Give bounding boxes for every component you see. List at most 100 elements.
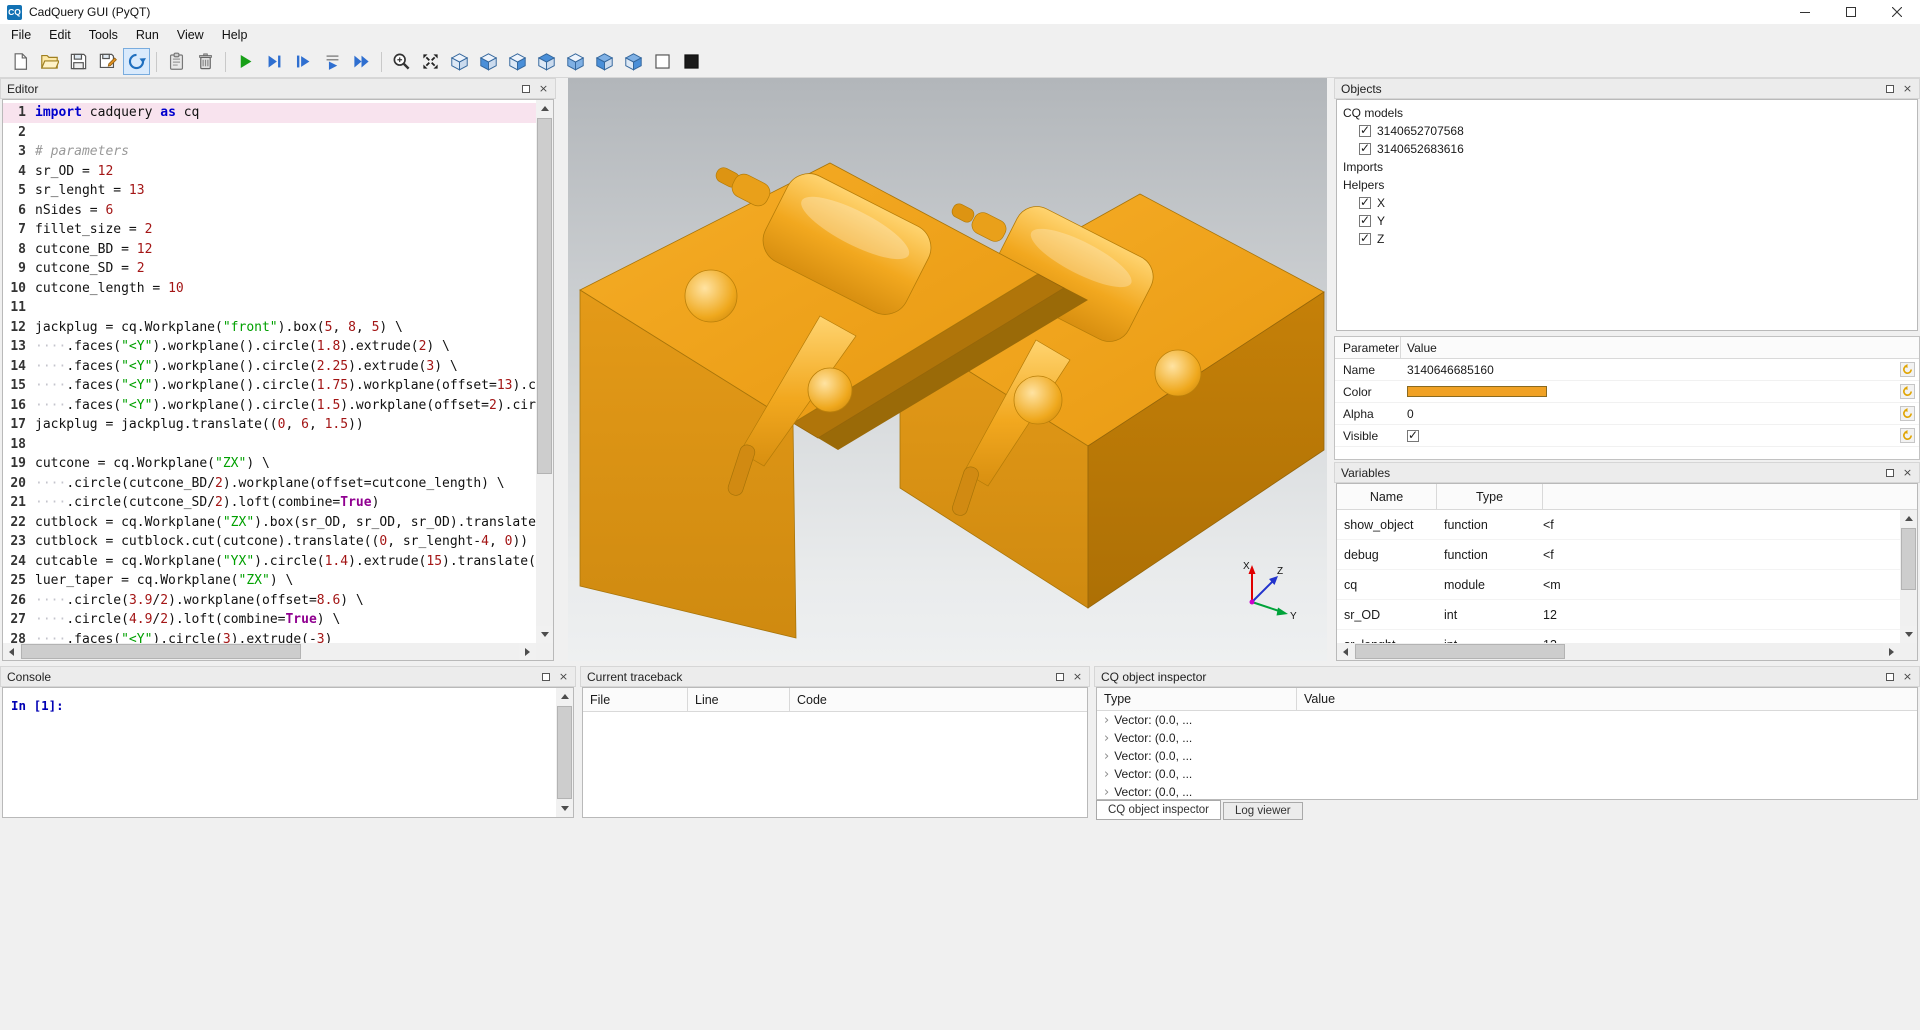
menu-help[interactable]: Help <box>213 26 257 44</box>
tab-cq-object-inspector[interactable]: CQ object inspector <box>1096 800 1221 820</box>
code-line[interactable]: 1import cadquery as cq <box>3 103 536 123</box>
bottom-view-button[interactable] <box>562 48 589 75</box>
code-line[interactable]: 4sr_OD = 12 <box>3 162 536 182</box>
code-line[interactable]: 14····.faces("<Y").workplane().circle(2.… <box>3 357 536 377</box>
code-line[interactable]: 6nSides = 6 <box>3 201 536 221</box>
code-line[interactable]: 13····.faces("<Y").workplane().circle(1.… <box>3 337 536 357</box>
code-line[interactable]: 25luer_taper = cq.Workplane("ZX") \ <box>3 571 536 591</box>
scroll-down-icon[interactable] <box>1900 626 1917 643</box>
scroll-left-icon[interactable] <box>1337 643 1354 660</box>
code-line[interactable]: 18 <box>3 435 536 455</box>
console-float-button[interactable] <box>538 669 553 684</box>
header-file[interactable]: File <box>583 688 688 711</box>
scroll-up-icon[interactable] <box>556 688 573 705</box>
tree-item-helper-x[interactable]: ✓X <box>1337 194 1917 212</box>
code-line[interactable]: 15····.faces("<Y").workplane().circle(1.… <box>3 376 536 396</box>
header-name[interactable]: Name <box>1337 484 1437 509</box>
variable-row[interactable]: sr_lenghtint13 <box>1337 630 1900 643</box>
property-row-alpha[interactable]: Alpha 0 <box>1335 403 1919 425</box>
header-code[interactable]: Code <box>790 688 1087 711</box>
scroll-up-icon[interactable] <box>1900 510 1917 527</box>
visible-checkbox[interactable]: ✓ <box>1407 430 1419 442</box>
reset-name-button[interactable] <box>1900 362 1915 377</box>
autoreload-toggle-button[interactable] <box>123 48 150 75</box>
scrollbar-thumb[interactable] <box>1901 528 1916 590</box>
checkbox[interactable]: ✓ <box>1359 233 1371 245</box>
code-line[interactable]: 26····.circle(3.9/2).workplane(offset=8.… <box>3 591 536 611</box>
code-line[interactable]: 7fillet_size = 2 <box>3 220 536 240</box>
shaded-mode-button[interactable] <box>678 48 705 75</box>
code-line[interactable]: 27····.circle(4.9/2).loft(combine=True) … <box>3 610 536 630</box>
code-lines[interactable]: 1import cadquery as cq23# parameters4sr_… <box>3 100 536 643</box>
expand-chevron-icon[interactable]: › <box>1104 786 1109 799</box>
inspector-row[interactable]: ›Vector: (0.0, ... <box>1097 765 1917 783</box>
editor-float-button[interactable] <box>518 81 533 96</box>
code-line[interactable]: 16····.faces("<Y").workplane().circle(1.… <box>3 396 536 416</box>
clear-output-button[interactable] <box>163 48 190 75</box>
iso-view-button[interactable] <box>446 48 473 75</box>
header-type[interactable]: Type <box>1097 688 1297 710</box>
inspector-row[interactable]: ›Vector: (0.0, ... <box>1097 747 1917 765</box>
variable-row[interactable]: show_objectfunction<f <box>1337 510 1900 540</box>
reset-alpha-button[interactable] <box>1900 406 1915 421</box>
traceback-close-button[interactable]: × <box>1070 669 1085 684</box>
objects-close-button[interactable]: × <box>1900 81 1915 96</box>
expand-chevron-icon[interactable]: › <box>1104 732 1109 745</box>
maximize-button[interactable] <box>1828 0 1874 24</box>
property-row-name[interactable]: Name 3140646685160 <box>1335 359 1919 381</box>
scroll-down-icon[interactable] <box>556 800 573 817</box>
step-button[interactable] <box>290 48 317 75</box>
variable-row[interactable]: cqmodule<m <box>1337 570 1900 600</box>
scrollbar-thumb[interactable] <box>1355 644 1565 659</box>
code-line[interactable]: 10cutcone_length = 10 <box>3 279 536 299</box>
debug-button[interactable] <box>261 48 288 75</box>
scroll-left-icon[interactable] <box>3 643 20 660</box>
front-view-button[interactable] <box>475 48 502 75</box>
scroll-right-icon[interactable] <box>519 643 536 660</box>
variable-row[interactable]: debugfunction<f <box>1337 540 1900 570</box>
header-value[interactable]: Value <box>1401 337 1919 358</box>
code-line[interactable]: 17jackplug = jackplug.translate((0, 6, 1… <box>3 415 536 435</box>
top-view-button[interactable] <box>533 48 560 75</box>
code-line[interactable]: 3# parameters <box>3 142 536 162</box>
save-as-button[interactable] <box>94 48 121 75</box>
checkbox[interactable]: ✓ <box>1359 143 1371 155</box>
checkbox[interactable]: ✓ <box>1359 197 1371 209</box>
tree-item-model[interactable]: ✓3140652683616 <box>1337 140 1917 158</box>
variables-vscrollbar[interactable] <box>1900 510 1917 643</box>
console-close-button[interactable]: × <box>556 669 571 684</box>
code-line[interactable]: 28····.faces("<Y").circle(3).extrude(-3) <box>3 630 536 644</box>
render-button[interactable] <box>232 48 259 75</box>
console-input-area[interactable]: In [1]: <box>2 687 574 818</box>
menu-tools[interactable]: Tools <box>80 26 127 44</box>
back-view-button[interactable] <box>504 48 531 75</box>
variable-row[interactable]: sr_ODint12 <box>1337 600 1900 630</box>
header-type[interactable]: Type <box>1437 484 1543 509</box>
checkbox[interactable]: ✓ <box>1359 125 1371 137</box>
tree-group-helpers[interactable]: Helpers <box>1337 176 1917 194</box>
menu-view[interactable]: View <box>168 26 213 44</box>
open-file-button[interactable] <box>36 48 63 75</box>
expand-chevron-icon[interactable]: › <box>1104 714 1109 727</box>
expand-chevron-icon[interactable]: › <box>1104 750 1109 763</box>
tree-group-imports[interactable]: Imports <box>1337 158 1917 176</box>
tree-group-cq-models[interactable]: CQ models <box>1337 104 1917 122</box>
code-line[interactable]: 22cutblock = cq.Workplane("ZX").box(sr_O… <box>3 513 536 533</box>
wireframe-mode-button[interactable] <box>649 48 676 75</box>
objects-float-button[interactable] <box>1882 81 1897 96</box>
variables-close-button[interactable]: × <box>1900 465 1915 480</box>
header-line[interactable]: Line <box>688 688 790 711</box>
menu-file[interactable]: File <box>2 26 40 44</box>
inspector-row[interactable]: ›Vector: (0.0, ... <box>1097 711 1917 729</box>
color-swatch[interactable] <box>1407 386 1547 397</box>
traceback-float-button[interactable] <box>1052 669 1067 684</box>
3d-viewport[interactable]: X Z Y <box>568 78 1327 661</box>
code-line[interactable]: 5sr_lenght = 13 <box>3 181 536 201</box>
checkbox[interactable]: ✓ <box>1359 215 1371 227</box>
console-vscrollbar[interactable] <box>556 688 573 817</box>
inspector-close-button[interactable]: × <box>1900 669 1915 684</box>
inspector-float-button[interactable] <box>1882 669 1897 684</box>
scrollbar-thumb[interactable] <box>21 644 301 659</box>
scrollbar-thumb[interactable] <box>557 706 572 799</box>
header-parameter[interactable]: Parameter <box>1335 337 1401 358</box>
